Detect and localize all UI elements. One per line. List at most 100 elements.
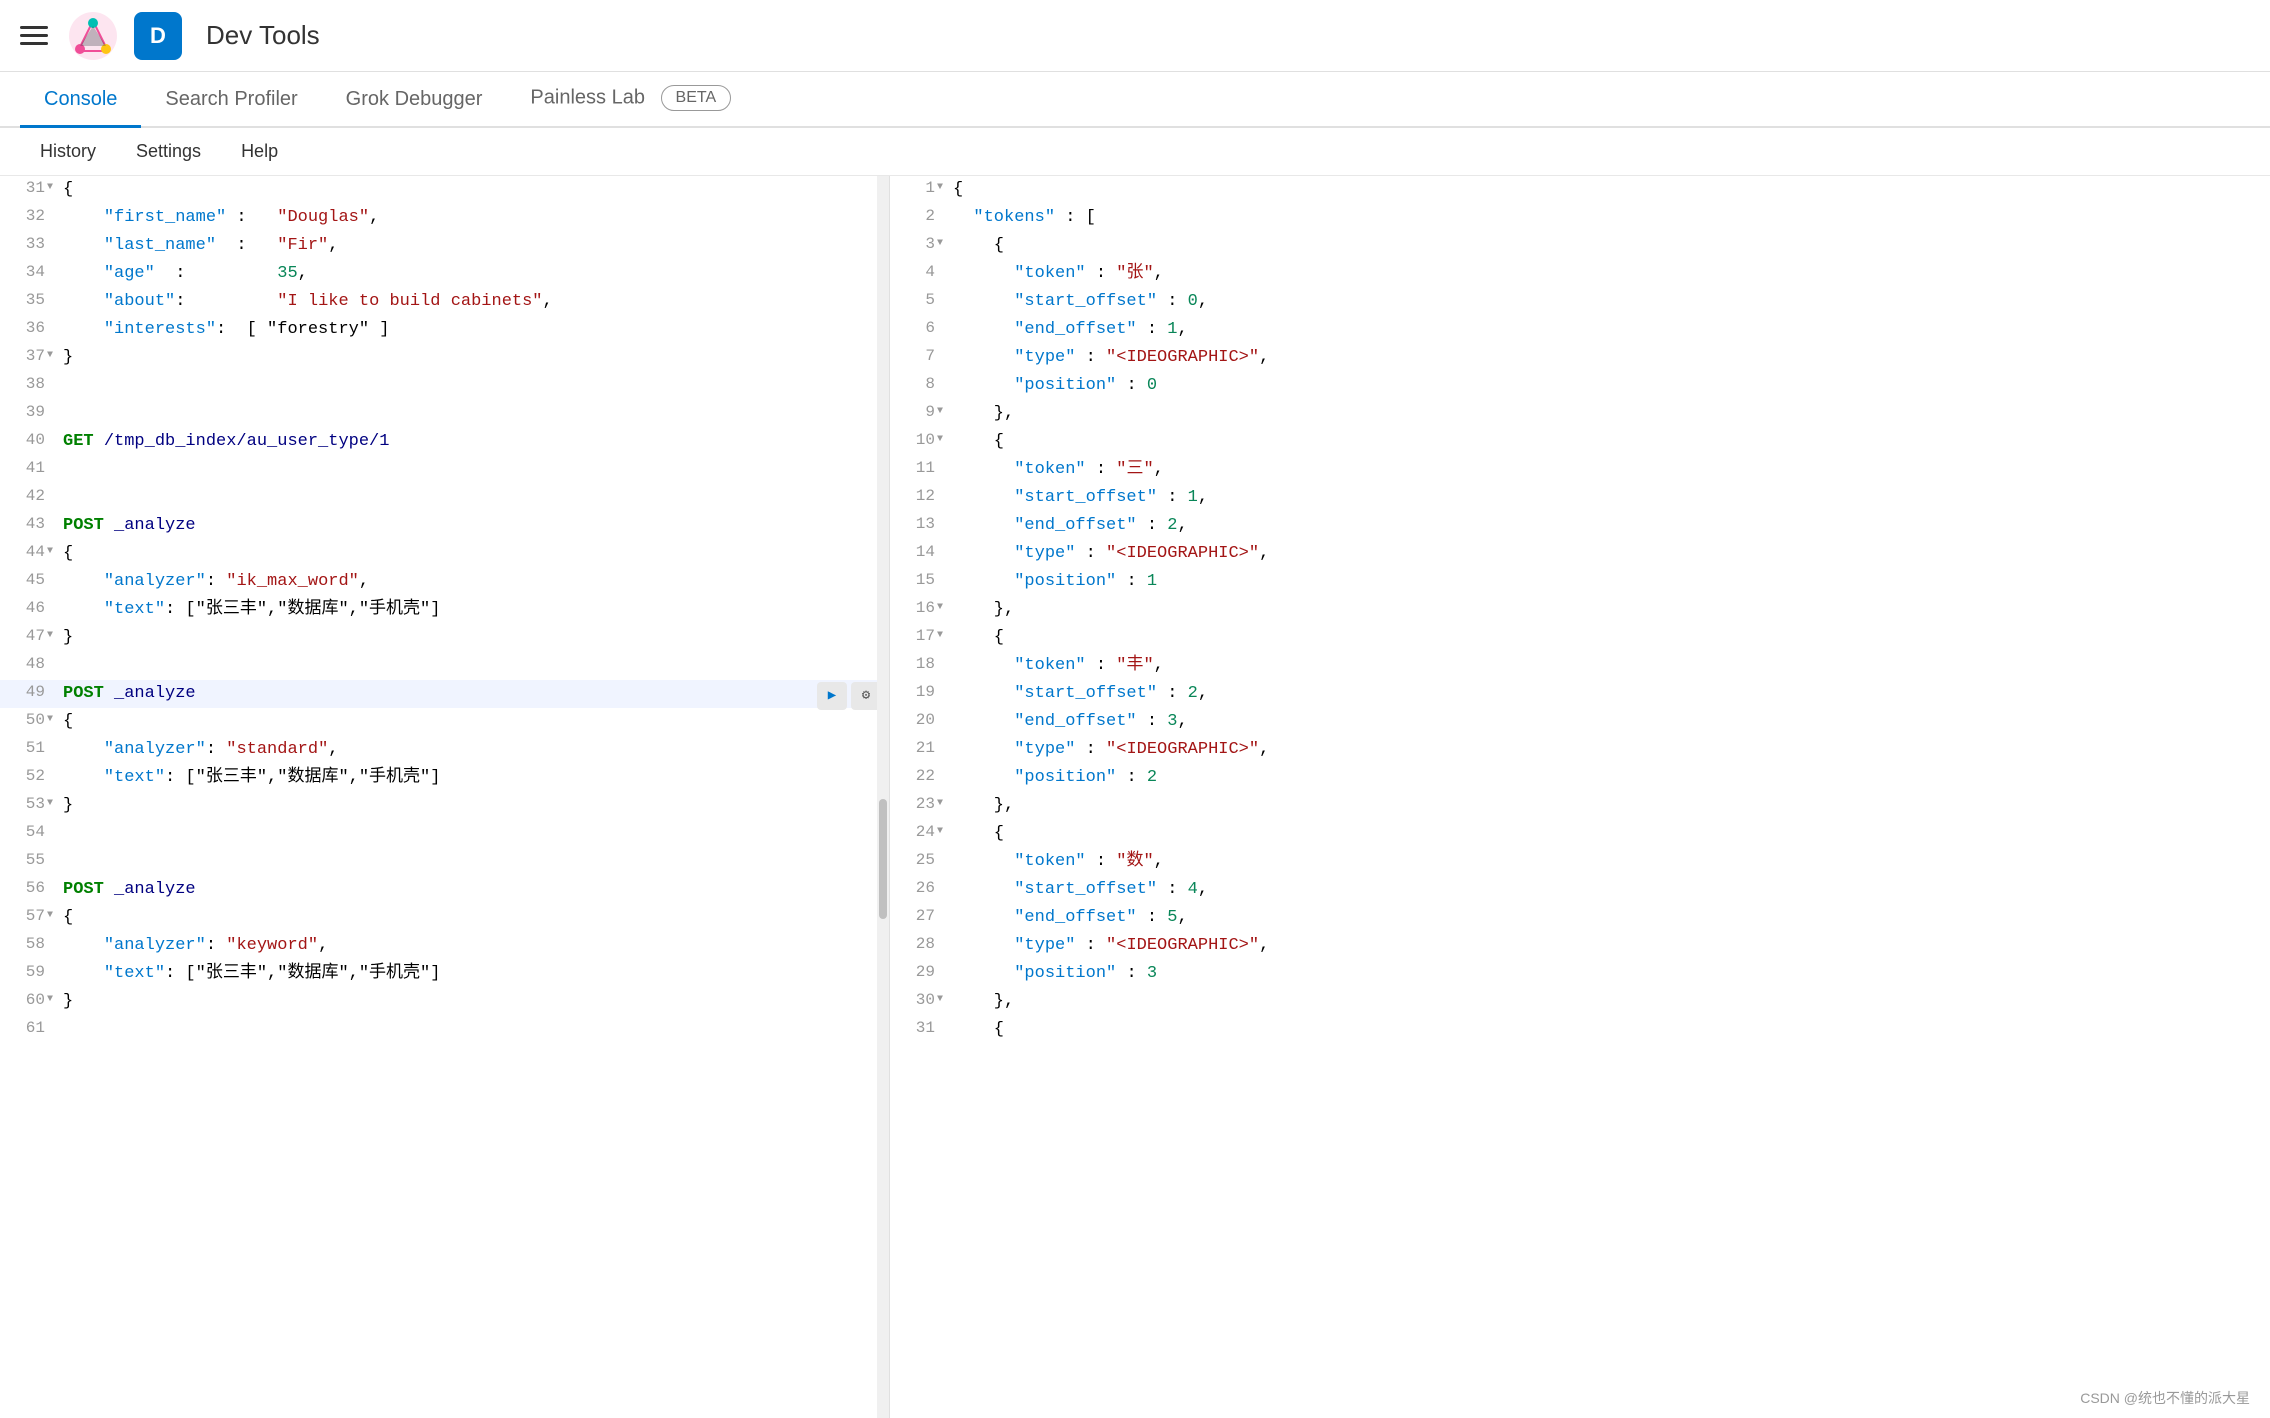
nav-help[interactable]: Help bbox=[221, 131, 298, 172]
nav-settings[interactable]: Settings bbox=[116, 131, 221, 172]
response-fold-arrow[interactable]: ▼ bbox=[937, 628, 943, 644]
response-line-number: 28 bbox=[890, 932, 945, 958]
line-content: } bbox=[55, 344, 889, 371]
fold-arrow[interactable]: ▼ bbox=[47, 628, 53, 644]
tab-search-profiler[interactable]: Search Profiler bbox=[141, 74, 321, 128]
response-line-content: "position" : 0 bbox=[945, 372, 2270, 399]
response-line-number: 13 bbox=[890, 512, 945, 538]
line-number: 44▼ bbox=[0, 540, 55, 566]
line-content: } bbox=[55, 988, 889, 1015]
line-content: { bbox=[55, 708, 889, 735]
editor-line: 51 "analyzer": "standard", bbox=[0, 736, 889, 764]
editor-line: 46 "text": ["张三丰","数据库","手机壳"] bbox=[0, 596, 889, 624]
fold-arrow[interactable]: ▼ bbox=[47, 796, 53, 812]
editor-line: 39 bbox=[0, 400, 889, 428]
editor-line: 50▼{ bbox=[0, 708, 889, 736]
response-line-content: "token" : "三", bbox=[945, 456, 2270, 483]
response-line-number: 7 bbox=[890, 344, 945, 370]
response-line-content: "type" : "<IDEOGRAPHIC>", bbox=[945, 932, 2270, 959]
fold-arrow[interactable]: ▼ bbox=[47, 712, 53, 728]
response-line: 17▼ { bbox=[890, 624, 2270, 652]
response-line-content: }, bbox=[945, 792, 2270, 819]
line-number: 52 bbox=[0, 764, 55, 790]
line-content: { bbox=[55, 904, 889, 931]
fold-arrow[interactable]: ▼ bbox=[47, 348, 53, 364]
tab-console[interactable]: Console bbox=[20, 74, 141, 128]
response-line-content: "token" : "丰", bbox=[945, 652, 2270, 679]
editor-scrollbar[interactable] bbox=[877, 176, 889, 1418]
response-line-number: 4 bbox=[890, 260, 945, 286]
fold-arrow[interactable]: ▼ bbox=[47, 908, 53, 924]
app-icon: D bbox=[134, 12, 182, 60]
line-content: "text": ["张三丰","数据库","手机壳"] bbox=[55, 960, 889, 987]
line-content bbox=[55, 652, 889, 679]
line-content: "text": ["张三丰","数据库","手机壳"] bbox=[55, 764, 889, 791]
line-number: 48 bbox=[0, 652, 55, 678]
response-line-number: 2 bbox=[890, 204, 945, 230]
editor-line: 61 bbox=[0, 1016, 889, 1044]
tab-grok-debugger[interactable]: Grok Debugger bbox=[322, 74, 507, 128]
editor-line: 45 "analyzer": "ik_max_word", bbox=[0, 568, 889, 596]
response-line-number: 27 bbox=[890, 904, 945, 930]
line-number: 41 bbox=[0, 456, 55, 482]
response-line: 23▼ }, bbox=[890, 792, 2270, 820]
response-line-content: "end_offset" : 3, bbox=[945, 708, 2270, 735]
run-button[interactable]: ▶ bbox=[817, 682, 847, 710]
response-line-number: 9▼ bbox=[890, 400, 945, 426]
line-number: 37▼ bbox=[0, 344, 55, 370]
editor-line: 34 "age" : 35, bbox=[0, 260, 889, 288]
response-line-number: 11 bbox=[890, 456, 945, 482]
editor-line: 54 bbox=[0, 820, 889, 848]
line-number: 31▼ bbox=[0, 176, 55, 202]
nav-tabs: Console Search Profiler Grok Debugger Pa… bbox=[0, 72, 2270, 128]
line-content bbox=[55, 1016, 889, 1043]
response-line-content: "token" : "张", bbox=[945, 260, 2270, 287]
editor-line: 57▼{ bbox=[0, 904, 889, 932]
fold-arrow[interactable]: ▼ bbox=[47, 544, 53, 560]
response-fold-arrow[interactable]: ▼ bbox=[937, 236, 943, 252]
secondary-nav: History Settings Help bbox=[0, 128, 2270, 176]
fold-arrow[interactable]: ▼ bbox=[47, 180, 53, 196]
response-line-number: 31 bbox=[890, 1016, 945, 1042]
line-content bbox=[55, 456, 889, 483]
editor-code-area[interactable]: 31▼{32 "first_name" : "Douglas",33 "last… bbox=[0, 176, 889, 1418]
line-content: "first_name" : "Douglas", bbox=[55, 204, 889, 231]
tab-painless-lab[interactable]: Painless Lab BETA bbox=[506, 71, 755, 128]
response-code-area[interactable]: 1▼{2 "tokens" : [3▼ {4 "token" : "张",5 "… bbox=[890, 176, 2270, 1418]
line-content bbox=[55, 484, 889, 511]
response-fold-arrow[interactable]: ▼ bbox=[937, 600, 943, 616]
editor-line: 44▼{ bbox=[0, 540, 889, 568]
line-number: 43 bbox=[0, 512, 55, 538]
line-content bbox=[55, 848, 889, 875]
response-fold-arrow[interactable]: ▼ bbox=[937, 180, 943, 196]
response-line: 16▼ }, bbox=[890, 596, 2270, 624]
response-fold-arrow[interactable]: ▼ bbox=[937, 824, 943, 840]
nav-history[interactable]: History bbox=[20, 131, 116, 172]
editor-line: 41 bbox=[0, 456, 889, 484]
editor-line: 37▼} bbox=[0, 344, 889, 372]
response-fold-arrow[interactable]: ▼ bbox=[937, 432, 943, 448]
editor-line: 48 bbox=[0, 652, 889, 680]
hamburger-menu[interactable] bbox=[20, 20, 52, 52]
response-line-number: 12 bbox=[890, 484, 945, 510]
response-line-content: "start_offset" : 2, bbox=[945, 680, 2270, 707]
response-line: 31 { bbox=[890, 1016, 2270, 1044]
editor-line: 33 "last_name" : "Fir", bbox=[0, 232, 889, 260]
line-content bbox=[55, 820, 889, 847]
response-line: 7 "type" : "<IDEOGRAPHIC>", bbox=[890, 344, 2270, 372]
response-line-number: 22 bbox=[890, 764, 945, 790]
response-line-content: { bbox=[945, 232, 2270, 259]
response-fold-arrow[interactable]: ▼ bbox=[937, 404, 943, 420]
editor-line: 43POST _analyze bbox=[0, 512, 889, 540]
fold-arrow[interactable]: ▼ bbox=[47, 992, 53, 1008]
line-number: 51 bbox=[0, 736, 55, 762]
response-line-number: 19 bbox=[890, 680, 945, 706]
response-line: 12 "start_offset" : 1, bbox=[890, 484, 2270, 512]
line-number: 36 bbox=[0, 316, 55, 342]
response-fold-arrow[interactable]: ▼ bbox=[937, 992, 943, 1008]
line-number: 42 bbox=[0, 484, 55, 510]
response-fold-arrow[interactable]: ▼ bbox=[937, 796, 943, 812]
response-line-content: "start_offset" : 1, bbox=[945, 484, 2270, 511]
editor-scrollbar-thumb[interactable] bbox=[879, 799, 887, 919]
response-line-number: 25 bbox=[890, 848, 945, 874]
